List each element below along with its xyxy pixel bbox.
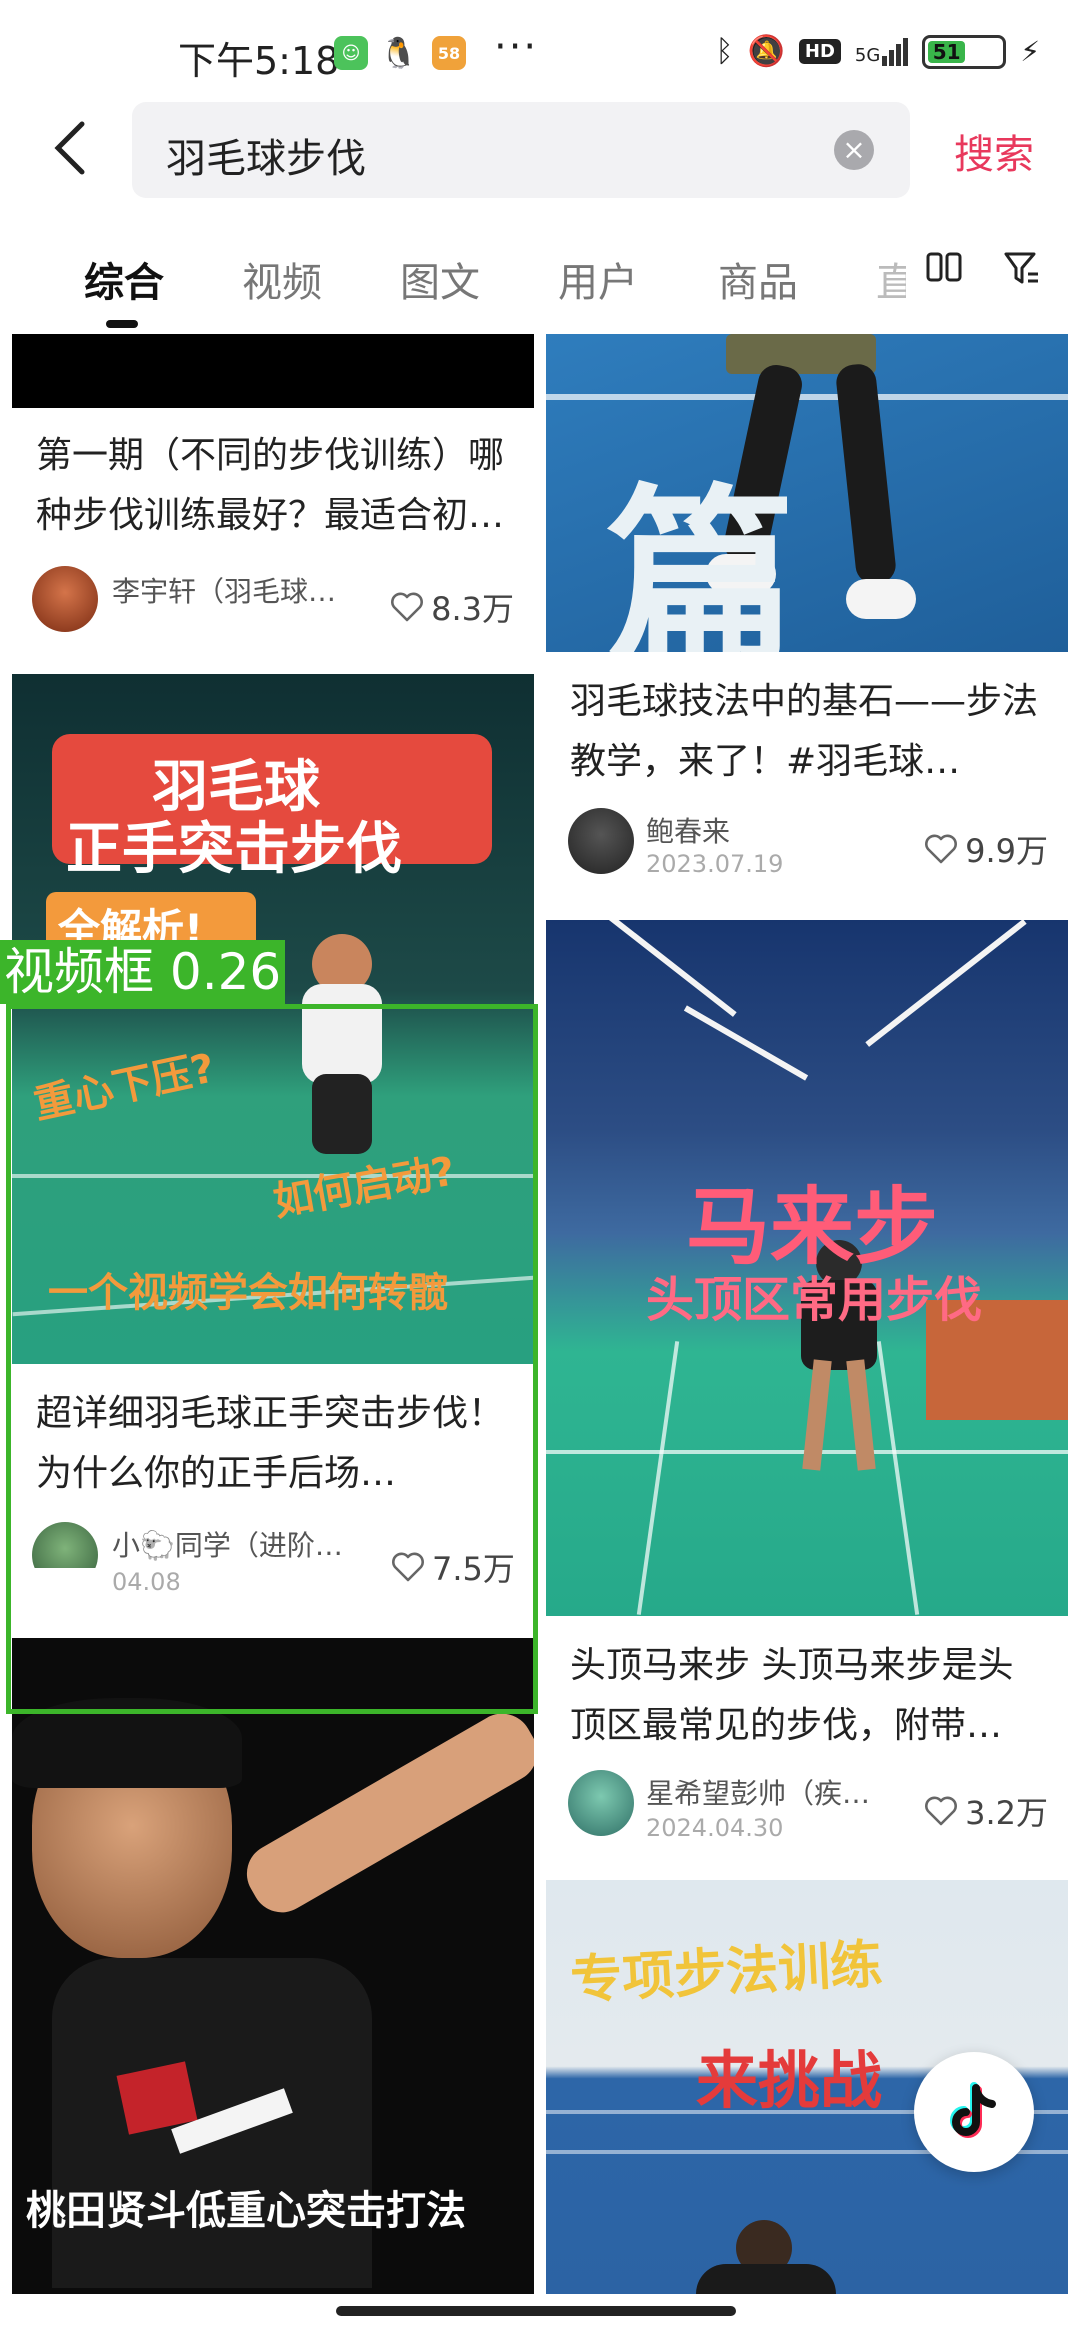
battery-level: 51: [928, 40, 966, 64]
heart-icon: [925, 834, 958, 864]
post-date: 2024.04.30: [646, 1814, 784, 1842]
tiktok-icon: [950, 2082, 996, 2138]
post-date: 2023.07.19: [646, 850, 784, 878]
result-tabs: 综合 视频 图文 用户 商品 直: [0, 230, 1080, 330]
thumbnail-caption: 正手突击步伐: [66, 817, 402, 882]
58-app-icon: 58: [432, 36, 466, 70]
network-type: 5G: [854, 44, 881, 66]
like-count-text: 8.3万: [431, 590, 514, 628]
detection-label: 视频框 0.26: [0, 940, 286, 1004]
filter-icon[interactable]: [1002, 248, 1042, 288]
like-count-text: 3.2万: [965, 1794, 1048, 1832]
more-notifications-icon: ···: [494, 24, 539, 70]
result-card[interactable]: 马来步 头顶区常用步伐 头顶马来步 头顶马来步是头顶区最常见的步伐，附带… 星希…: [546, 920, 1068, 1920]
tab-video[interactable]: 视频: [242, 250, 322, 308]
mute-icon: 🔕: [747, 34, 785, 69]
like-count[interactable]: 8.3万: [389, 584, 514, 630]
active-tab-indicator: [106, 320, 138, 328]
avatar[interactable]: [568, 1770, 634, 1836]
home-indicator[interactable]: [336, 2306, 736, 2316]
avatar[interactable]: [568, 808, 634, 874]
clear-search-icon[interactable]: ×: [834, 130, 874, 170]
thumbnail-caption: 专项步法训练: [568, 1934, 884, 2012]
back-button[interactable]: [50, 118, 100, 184]
author-name[interactable]: 李宇轩（羽毛球…: [112, 570, 362, 610]
app-notification-icon: ☺: [334, 36, 368, 70]
status-time: 下午5:18: [178, 39, 340, 83]
video-thumbnail: 桃田贤斗低重心突击打法: [12, 1638, 534, 2294]
result-card[interactable]: 第一期（不同的步伐训练）哪种步伐训练最好？最适合初学者的步伐训练 李宇轩（羽毛球…: [12, 334, 534, 634]
result-card[interactable]: 桃田贤斗低重心突击打法: [12, 1638, 534, 2294]
tab-live[interactable]: 直: [876, 250, 906, 308]
author-name[interactable]: 鲍春来: [646, 810, 846, 850]
tab-users[interactable]: 用户: [558, 250, 638, 308]
author-name[interactable]: 星希望彭帅（疾…: [646, 1772, 896, 1812]
like-count-text: 9.9万: [965, 832, 1048, 870]
thumbnail-caption: 头顶区常用步伐: [646, 1272, 983, 1328]
like-count[interactable]: 3.2万: [923, 1788, 1048, 1834]
battery-icon: 51: [922, 34, 1007, 69]
tab-products[interactable]: 商品: [718, 250, 798, 308]
thumbnail-caption: 来挑战: [696, 2044, 883, 2117]
detection-box: [6, 1004, 538, 1714]
like-count[interactable]: 9.9万: [923, 826, 1048, 872]
video-thumbnail: 马来步 头顶区常用步伐: [546, 920, 1068, 1616]
search-query: 羽毛球步伐: [166, 136, 366, 182]
qq-icon: 🐧: [380, 35, 418, 71]
hd-icon: HD: [798, 39, 841, 64]
heart-icon: [391, 592, 424, 622]
search-input[interactable]: 羽毛球步伐 ×: [132, 102, 910, 198]
thumbnail-caption: 篇: [606, 466, 797, 652]
avatar[interactable]: [32, 566, 98, 632]
tab-image-text[interactable]: 图文: [400, 250, 480, 308]
card-title: 第一期（不同的步伐训练）哪种步伐训练最好？最适合初学者的步伐训练: [36, 435, 505, 536]
card-title: 羽毛球技法中的基石——步法教学，来了！#羽毛球…: [570, 681, 1039, 782]
tab-all[interactable]: 综合: [84, 250, 164, 308]
search-button[interactable]: 搜索: [954, 122, 1034, 180]
results-feed: 第一期（不同的步伐训练）哪种步伐训练最好？最适合初学者的步伐训练 李宇轩（羽毛球…: [0, 334, 1080, 2294]
card-title: 头顶马来步 头顶马来步是头顶区最常见的步伐，附带…: [570, 1645, 1014, 1746]
status-right-group: ᛒ 🔕 HD 5G 51 ⚡: [716, 34, 1040, 69]
video-thumbnail: 篇: [546, 334, 1068, 652]
signal-icon: 5G: [854, 37, 909, 66]
chevron-left-icon: [54, 121, 85, 175]
charging-icon: ⚡: [1020, 35, 1040, 68]
grid-layout-icon[interactable]: [924, 248, 964, 288]
thumbnail-caption: 桃田贤斗低重心突击打法: [26, 2188, 466, 2234]
bluetooth-icon: ᛒ: [715, 34, 734, 69]
status-bar: 下午5:18 ☺ 🐧 58 ··· ᛒ 🔕 HD 5G 51 ⚡: [0, 0, 1080, 110]
result-card[interactable]: 篇 羽毛球技法中的基石——步法教学，来了！#羽毛球… 鲍春来 2023.07.1…: [546, 334, 1068, 912]
tiktok-floating-button[interactable]: [914, 2052, 1034, 2172]
video-thumbnail: [12, 334, 534, 408]
heart-icon: [925, 1796, 958, 1826]
